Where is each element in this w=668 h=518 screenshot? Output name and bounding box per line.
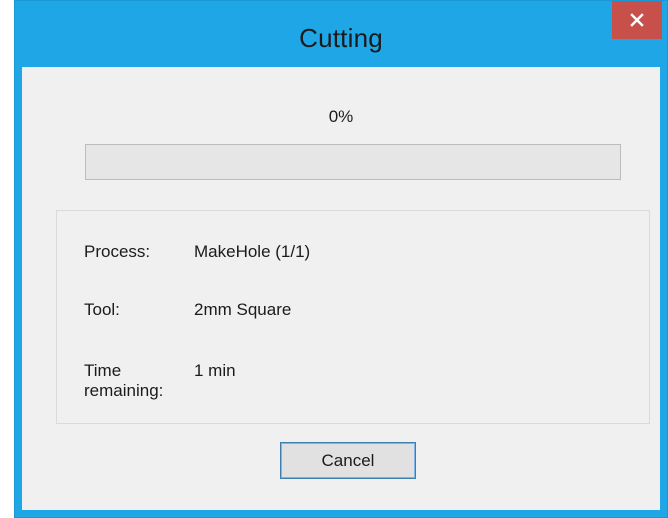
close-icon [630,13,644,27]
process-label: Process: [84,242,151,261]
time-remaining-label: Time remaining: [84,361,184,401]
window-title: Cutting [299,23,383,53]
job-info-panel: Process: MakeHole (1/1) Tool: 2mm Square… [56,210,650,424]
cancel-button[interactable]: Cancel [280,442,416,479]
tool-label: Tool: [84,300,120,319]
time-remaining-value: 1 min [194,361,236,380]
close-button[interactable] [612,1,662,39]
progress-bar [85,144,621,180]
cutting-dialog-window: Cutting 0% Process: MakeHole (1/1) Tool:… [14,0,668,518]
time-remaining-label-line2: remaining: [84,381,164,400]
tool-value: 2mm Square [194,300,292,319]
title-bar[interactable]: Cutting [15,1,667,67]
progress-percent-label: 0% [328,107,354,126]
process-value: MakeHole (1/1) [194,242,311,261]
time-remaining-label-line1: Time [84,361,122,380]
dialog-content: 0% Process: MakeHole (1/1) Tool: 2mm Squ… [22,67,660,510]
